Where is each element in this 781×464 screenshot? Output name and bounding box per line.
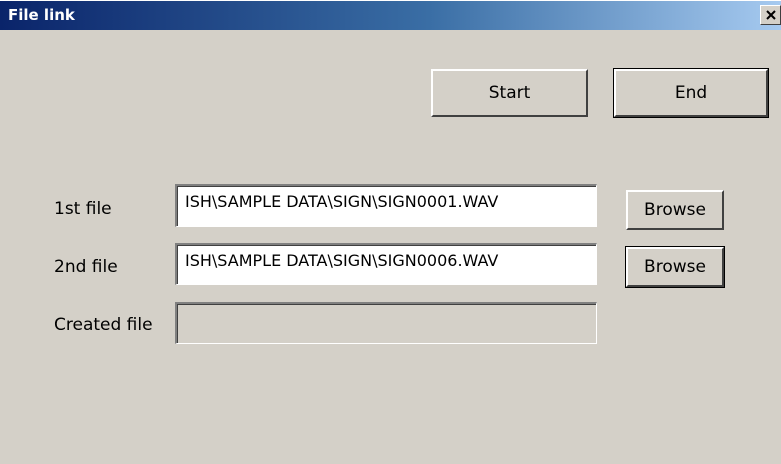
end-button[interactable]: End xyxy=(613,68,769,118)
window-title: File link xyxy=(8,6,75,24)
first-file-browse-button[interactable]: Browse xyxy=(626,190,724,230)
second-file-label: 2nd file xyxy=(54,257,118,277)
first-file-label: 1st file xyxy=(54,199,112,219)
title-bar[interactable]: File link xyxy=(0,0,781,30)
close-button[interactable] xyxy=(760,5,781,25)
created-file-label: Created file xyxy=(54,315,153,335)
second-file-browse-button[interactable]: Browse xyxy=(625,246,725,288)
close-icon xyxy=(765,10,776,20)
start-button[interactable]: Start xyxy=(431,69,588,117)
created-file-input[interactable] xyxy=(175,302,597,344)
first-file-input[interactable]: ISH\SAMPLE DATA\SIGN\SIGN0001.WAV xyxy=(175,184,597,227)
second-file-input[interactable]: ISH\SAMPLE DATA\SIGN\SIGN0006.WAV xyxy=(175,243,597,285)
